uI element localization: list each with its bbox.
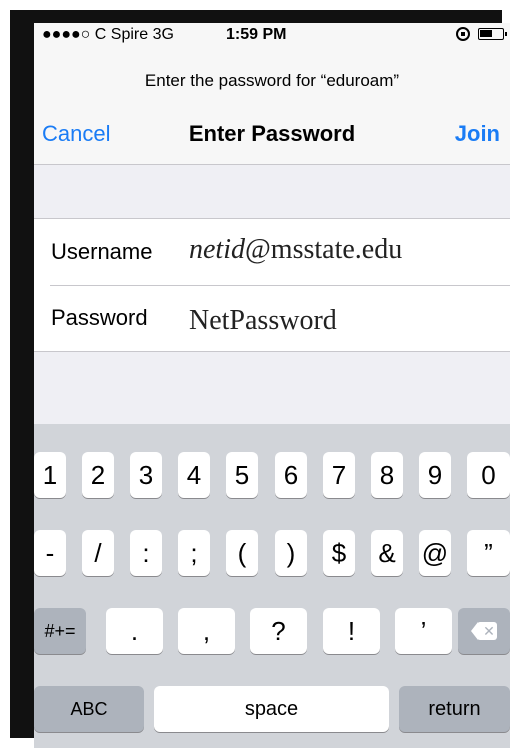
carrier-signal: ●●●●○ C Spire 3G xyxy=(42,26,174,43)
key-exclamation[interactable]: ! xyxy=(323,608,380,654)
page-title: Enter Password xyxy=(188,121,356,146)
clock: 1:59 PM xyxy=(226,26,287,43)
password-prompt: Enter the password for “eduroam” xyxy=(144,71,400,90)
navigation-bar: Enter the password for “eduroam” Cancel … xyxy=(34,49,510,165)
username-netid-text: netid xyxy=(189,234,245,265)
key-question[interactable]: ? xyxy=(250,608,307,654)
key-comma[interactable]: , xyxy=(178,608,235,654)
key-9[interactable]: 9 xyxy=(419,452,451,498)
key-apostrophe[interactable]: ’ xyxy=(395,608,452,654)
key-open-paren[interactable]: ( xyxy=(226,530,258,576)
key-3[interactable]: 3 xyxy=(130,452,162,498)
phone-screen: ●●●●○ C Spire 3G 1:59 PM Enter the passw… xyxy=(34,23,510,748)
space-key[interactable]: space xyxy=(154,686,389,732)
key-colon[interactable]: : xyxy=(130,530,162,576)
keyboard: 1 2 3 4 5 6 7 8 9 0 - / : ; ( ) $ & @ ” … xyxy=(34,424,510,748)
key-period[interactable]: . xyxy=(106,608,163,654)
key-1[interactable]: 1 xyxy=(34,452,66,498)
backspace-icon: ✕ xyxy=(471,622,497,640)
return-key[interactable]: return xyxy=(399,686,510,732)
abc-key[interactable]: ABC xyxy=(34,686,144,732)
join-button[interactable]: Join xyxy=(455,121,500,147)
username-domain-text: @msstate.edu xyxy=(245,234,403,265)
password-row[interactable]: Password NetPassword xyxy=(34,285,510,351)
key-hyphen[interactable]: - xyxy=(34,530,66,576)
status-bar: ●●●●○ C Spire 3G 1:59 PM xyxy=(34,23,510,49)
delete-key[interactable]: ✕ xyxy=(458,608,510,654)
key-semicolon[interactable]: ; xyxy=(178,530,210,576)
key-6[interactable]: 6 xyxy=(275,452,307,498)
status-icons xyxy=(456,27,507,41)
key-ampersand[interactable]: & xyxy=(371,530,403,576)
key-2[interactable]: 2 xyxy=(82,452,114,498)
symbols-key[interactable]: #+= xyxy=(34,608,86,654)
password-field[interactable]: NetPassword xyxy=(189,305,337,337)
credentials-form: Username netid@msstate.edu Password NetP… xyxy=(34,218,510,352)
key-5[interactable]: 5 xyxy=(226,452,258,498)
key-close-paren[interactable]: ) xyxy=(275,530,307,576)
username-field[interactable]: netid@msstate.edu xyxy=(189,234,402,266)
key-0[interactable]: 0 xyxy=(467,452,510,498)
key-slash[interactable]: / xyxy=(82,530,114,576)
username-label: Username xyxy=(51,239,153,264)
battery-icon xyxy=(478,28,507,40)
key-7[interactable]: 7 xyxy=(323,452,355,498)
key-dollar[interactable]: $ xyxy=(323,530,355,576)
device-frame: ●●●●○ C Spire 3G 1:59 PM Enter the passw… xyxy=(10,10,510,748)
password-label: Password xyxy=(51,305,148,330)
key-at[interactable]: @ xyxy=(419,530,451,576)
key-8[interactable]: 8 xyxy=(371,452,403,498)
key-4[interactable]: 4 xyxy=(178,452,210,498)
username-row[interactable]: Username netid@msstate.edu xyxy=(34,219,510,285)
rotation-lock-icon xyxy=(456,27,470,41)
key-quote[interactable]: ” xyxy=(467,530,510,576)
